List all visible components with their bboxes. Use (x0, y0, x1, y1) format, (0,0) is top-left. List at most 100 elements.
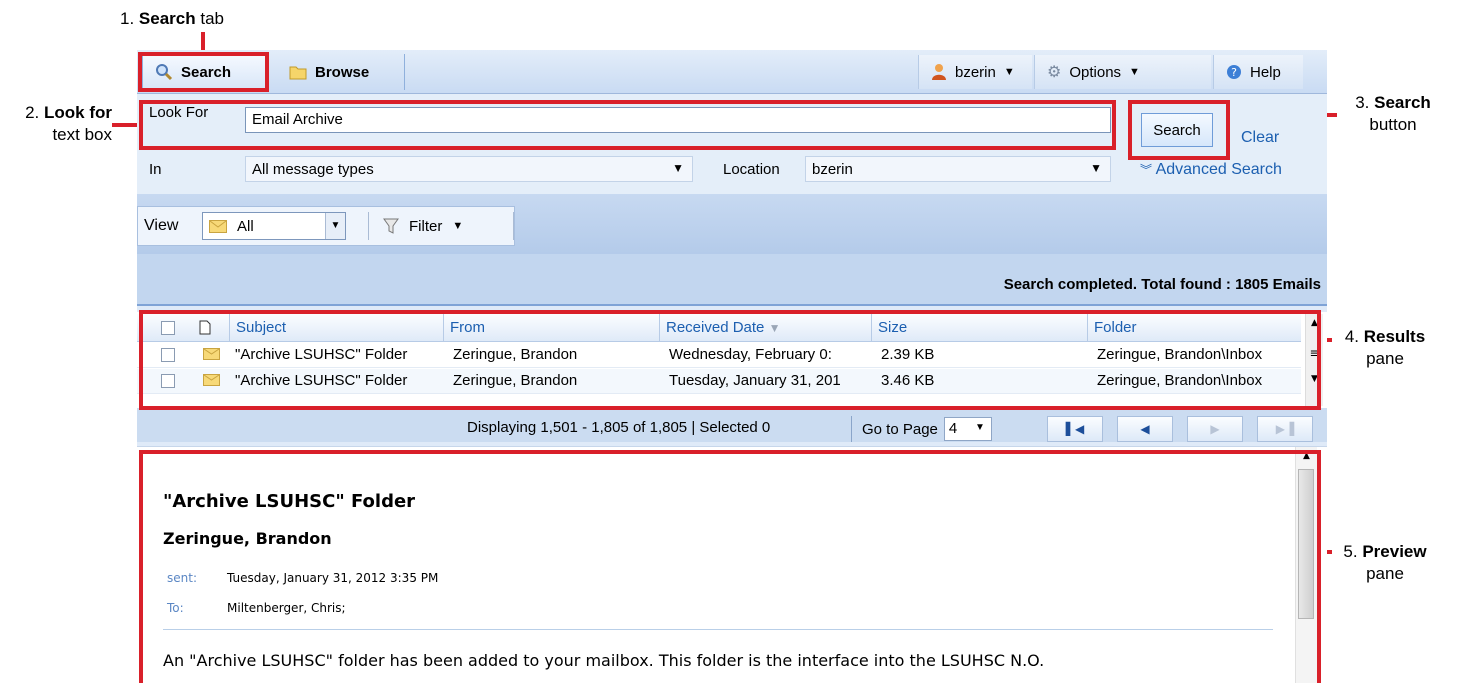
help-button[interactable]: ? Help (1213, 55, 1303, 89)
row-subject: "Archive LSUHSC" Folder (235, 346, 408, 363)
scroll-grip-icon: ≡ (1309, 346, 1320, 360)
view-select[interactable]: All ▼ (202, 212, 346, 240)
last-page-button[interactable]: ▶▐ (1257, 416, 1313, 442)
first-page-button[interactable]: ▌◀ (1047, 416, 1103, 442)
location-value: bzerin (812, 161, 853, 178)
select-all-checkbox[interactable] (161, 321, 175, 335)
document-icon (199, 320, 211, 335)
row-folder: Zeringue, Brandon\Inbox (1097, 372, 1263, 389)
scroll-up-icon: ▲ (1303, 451, 1310, 461)
annotation-number: 2. (25, 103, 40, 122)
funnel-icon (383, 218, 399, 234)
column-received-date-label: Received Date (666, 319, 765, 336)
preview-body: An "Archive LSUHSC" folder has been adde… (163, 651, 1045, 670)
annotation-text: pane (1366, 349, 1404, 368)
look-for-label: Look For (149, 104, 209, 121)
annotation-bold: Preview (1362, 542, 1427, 561)
next-page-icon: ▶ (1210, 422, 1220, 436)
annotation-search-button: 3. Search button (1338, 92, 1448, 136)
row-checkbox[interactable] (161, 374, 175, 388)
help-icon: ? (1227, 65, 1241, 79)
first-page-icon: ▌◀ (1065, 422, 1085, 436)
caret-down-icon: ▼ (1129, 66, 1140, 78)
column-folder[interactable]: Folder (1087, 314, 1301, 342)
results-grid: Subject From Received Date ▼ Size Folder… (137, 312, 1327, 408)
caret-down-icon: ▼ (452, 220, 464, 232)
preview-to-value: Miltenberger, Chris; (227, 601, 346, 615)
options-menu[interactable]: ⚙ Options ▼ (1034, 55, 1211, 89)
last-page-icon: ▶▐ (1275, 422, 1295, 436)
view-group: View All ▼ Filter ▼ (137, 206, 515, 246)
column-subject[interactable]: Subject (229, 314, 443, 342)
column-size[interactable]: Size (871, 314, 1087, 342)
archive-search-app: Search Browse bzerin ▼ ⚙ Options ▼ ? Hel… (137, 50, 1327, 683)
row-checkbox[interactable] (161, 348, 175, 362)
annotation-number: 3. (1355, 93, 1370, 112)
tab-browse[interactable]: Browse (277, 54, 405, 90)
preview-pane: "Archive LSUHSC" Folder Zeringue, Brando… (137, 446, 1327, 683)
view-label: View (144, 217, 179, 234)
annotation-preview: 5. Preview pane (1330, 541, 1440, 585)
look-for-input[interactable]: Email Archive (245, 107, 1111, 133)
envelope-icon (203, 374, 220, 386)
results-scrollbar[interactable]: ▲ ≡ ▼ (1305, 314, 1323, 406)
filter-label: Filter (409, 217, 443, 235)
page-select-value: 4 (948, 420, 958, 437)
column-from[interactable]: From (443, 314, 659, 342)
sort-down-icon: ▼ (768, 321, 781, 335)
row-date: Tuesday, January 31, 201 (669, 372, 841, 389)
folder-icon (289, 66, 307, 80)
next-page-button[interactable]: ▶ (1187, 416, 1243, 442)
tab-bar: Search Browse bzerin ▼ ⚙ Options ▼ ? Hel… (137, 50, 1327, 94)
preview-to-label: To: (167, 601, 184, 615)
row-size: 2.39 KB (881, 346, 935, 363)
tab-browse-label: Browse (315, 63, 370, 81)
previous-page-icon: ◀ (1140, 422, 1150, 436)
page-select[interactable]: 4 ▼ (943, 417, 992, 441)
user-menu[interactable]: bzerin ▼ (918, 55, 1032, 89)
search-form: Look For Email Archive In All message ty… (137, 94, 1327, 194)
annotation-bold: Look for (44, 103, 112, 122)
pager: Displaying 1,501 - 1,805 of 1,805 | Sele… (137, 408, 1327, 442)
dropdown-arrow-icon: ▼ (672, 161, 684, 175)
user-icon (932, 64, 946, 80)
location-label: Location (723, 161, 780, 178)
row-subject: "Archive LSUHSC" Folder (235, 372, 408, 389)
grid-header: Subject From Received Date ▼ Size Folder (137, 314, 1301, 342)
row-size: 3.46 KB (881, 372, 935, 389)
help-button-label: Help (1250, 63, 1281, 81)
message-type-value: All message types (252, 161, 374, 178)
view-select-value: All (237, 217, 254, 235)
preview-scroll-thumb[interactable] (1298, 469, 1314, 619)
gear-icon: ⚙ (1047, 64, 1062, 81)
double-chevron-down-icon: ︾ (1140, 163, 1153, 177)
row-date: Wednesday, February 0: (669, 346, 832, 363)
scroll-up-icon: ▲ (1311, 318, 1318, 328)
annotation-text: pane (1366, 564, 1404, 583)
annotation-number: 4. (1344, 327, 1360, 346)
table-row[interactable]: "Archive LSUHSC" Folder Zeringue, Brando… (137, 343, 1301, 368)
annotation-number: 1. (120, 9, 135, 28)
table-row[interactable]: "Archive LSUHSC" Folder Zeringue, Brando… (137, 369, 1301, 394)
search-button[interactable]: Search (1141, 113, 1213, 147)
message-type-select[interactable]: All message types ▼ (245, 156, 693, 182)
dropdown-arrow-icon: ▼ (325, 213, 345, 239)
caret-down-icon: ▼ (1003, 66, 1015, 78)
clear-link[interactable]: Clear (1241, 129, 1279, 147)
filter-button[interactable]: Filter ▼ (368, 212, 514, 240)
tab-search[interactable]: Search (142, 54, 266, 90)
column-received-date[interactable]: Received Date ▼ (659, 314, 871, 342)
previous-page-button[interactable]: ◀ (1117, 416, 1173, 442)
svg-text:?: ? (1231, 66, 1237, 79)
advanced-search-link[interactable]: ︾ Advanced Search (1140, 161, 1282, 179)
go-to-page: Go to Page 4 ▼ (851, 416, 992, 442)
tab-search-label: Search (181, 63, 232, 81)
annotation-look-for: 2. Look for text box (6, 102, 112, 146)
location-select[interactable]: bzerin ▼ (805, 156, 1111, 182)
scroll-down-icon: ▼ (1311, 374, 1318, 384)
annotation-number: 5. (1343, 542, 1358, 561)
magnifier-icon (156, 64, 173, 81)
dropdown-arrow-icon: ▼ (974, 422, 985, 433)
annotation-text: tab (195, 9, 224, 28)
in-label: In (149, 161, 162, 178)
